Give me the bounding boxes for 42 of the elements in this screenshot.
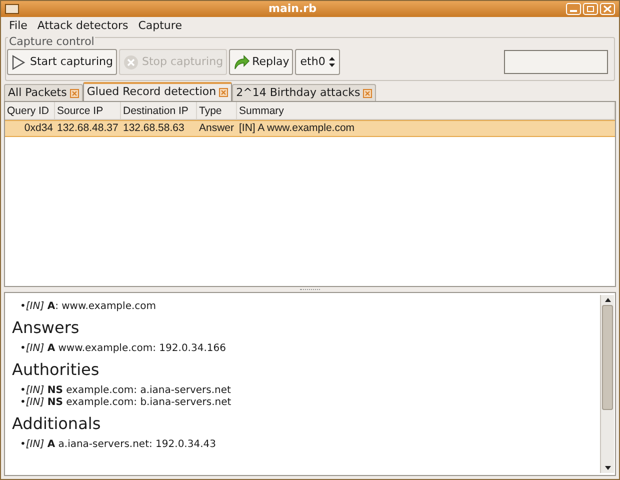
maximize-icon[interactable] (583, 3, 598, 15)
toolbar-button[interactable]: Replay (229, 49, 294, 75)
record-item: •[IN] A: www.example.com (19, 301, 158, 313)
table-cell-text: 0xd34 (23, 120, 54, 136)
curved-arrow-icon (233, 54, 250, 70)
table-cell-text: 132.68.58.63 (122, 120, 186, 136)
record-item: •[IN] NS example.com: b.iana-servers.net (19, 397, 232, 409)
record-item: •[IN] A www.example.com: 192.0.34.166 (19, 343, 227, 355)
column-header[interactable]: Query ID (5, 102, 55, 119)
window-menu-icon[interactable] (5, 4, 19, 14)
table-cell-text: [IN] A www.example.com (238, 120, 356, 136)
menu-item[interactable]: File (5, 18, 32, 34)
window-title: main.rb (268, 1, 318, 17)
group-title: Capture control (8, 36, 96, 48)
table-row[interactable]: 0xd34 132.68.48.37 132.68.58.63 Answer [IN] A www.example.com (5, 120, 615, 137)
record-item: •[IN] A a.iana-servers.net: 192.0.34.43 (19, 439, 217, 451)
record-item: •[IN] NS example.com: a.iana-servers.net (19, 385, 232, 397)
toolbar-button[interactable]: Start capturing (7, 49, 117, 75)
table-cell-text: 132.68.48.37 (56, 120, 120, 136)
stop-icon (122, 54, 140, 70)
section-heading: Answers (12, 318, 80, 338)
scrollbar-thumb[interactable] (602, 305, 613, 410)
tab[interactable]: Glued Record detection (82, 82, 232, 101)
tab[interactable]: 2^14 Birthday attacks (232, 84, 376, 101)
spinner-arrows-icon (329, 57, 336, 67)
tab[interactable]: All Packets (4, 84, 83, 101)
table-cell-text: Answer (198, 120, 236, 136)
dropdown-value: eth0 (300, 54, 326, 70)
column-header[interactable]: Source IP (55, 102, 121, 119)
column-header[interactable]: Destination IP (121, 102, 197, 119)
column-header[interactable]: Summary (237, 102, 615, 119)
close-icon[interactable] (363, 88, 372, 98)
section-heading: Additionals (12, 414, 102, 434)
section-heading: Authorities (12, 360, 100, 380)
menu-item[interactable]: Capture (134, 18, 186, 34)
scrollbar[interactable] (600, 295, 614, 473)
interface-dropdown[interactable]: eth0 (295, 49, 340, 75)
menu-item[interactable]: Attack detectors (33, 18, 132, 34)
close-icon[interactable] (219, 88, 228, 97)
minimize-icon[interactable] (566, 3, 581, 15)
close-icon[interactable] (70, 88, 79, 98)
column-header[interactable]: Type (197, 102, 237, 119)
